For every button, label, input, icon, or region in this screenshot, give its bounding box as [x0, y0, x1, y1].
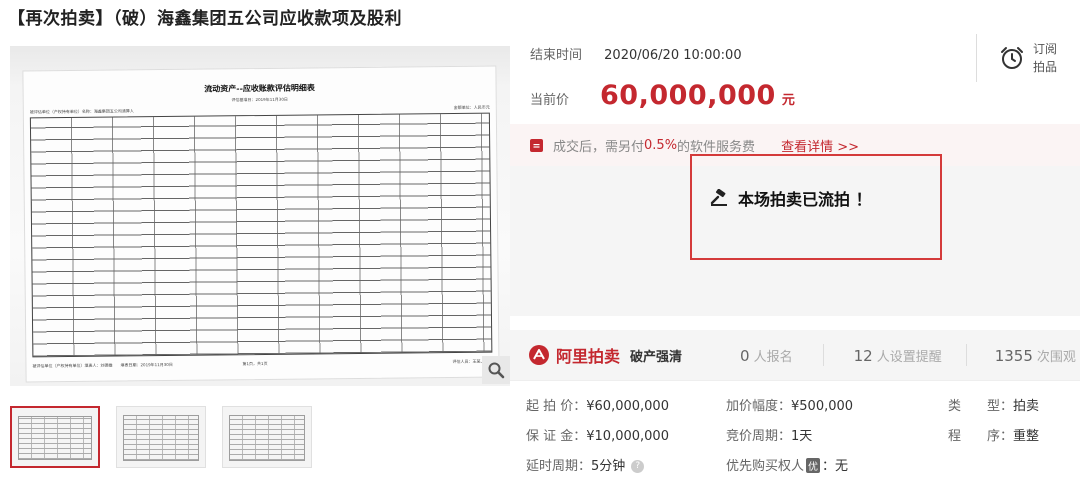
deposit-value: ¥10,000,000 — [586, 429, 669, 444]
signups-stat: 0 人报名 — [740, 346, 793, 365]
stats-row: 阿里拍卖 破产强清 0 人报名 12 人设置提醒 1355 次围观 — [510, 330, 1080, 380]
signups-num: 0 — [740, 346, 750, 365]
bid-cycle: 竞价周期：1天 — [726, 425, 812, 444]
zoom-icon — [488, 362, 505, 379]
deposit: 保 证 金：¥10,000,000 — [526, 425, 669, 444]
delay-label: 延时周期： — [526, 459, 592, 474]
zoom-button[interactable] — [482, 356, 510, 384]
auction-status: 本场拍卖已流拍 ！ — [710, 186, 872, 210]
document-footer: 被评估单位（产权持有单位）填表人：刘德雄 填表日期：2019年11月30日 第1… — [32, 359, 492, 370]
deposit-label: 保 证 金： — [526, 429, 587, 444]
alarm-clock-icon — [1001, 47, 1023, 69]
bid-cycle-label: 竞价周期： — [726, 429, 792, 444]
views-num: 1355 — [994, 346, 1033, 365]
priority-badge: 优 — [806, 458, 821, 473]
reminders-label: 人设置提醒 — [876, 349, 942, 365]
current-price-value: 60,000,000 — [600, 80, 776, 111]
thumbnail-2[interactable] — [116, 406, 206, 468]
page-title: 【再次拍卖】（破）海鑫集团五公司应收款项及股利 — [8, 9, 402, 29]
type: 类 型：拍卖 — [948, 395, 1039, 414]
priority-buyer: 优先购买权人优：无 — [726, 455, 848, 474]
procedure-label: 程 序： — [948, 429, 1014, 444]
views-label: 次围观 — [1036, 349, 1076, 365]
thumbnail-3[interactable] — [222, 406, 312, 468]
document-meta-left: 被评估单位（产权持有单位）名称：海鑫集团五公司清算人 — [29, 108, 134, 115]
main-image[interactable]: 流动资产--应收账款评估明细表 评估基准日：2019年11月30日 被评估单位（… — [10, 46, 510, 386]
increment: 加价幅度：¥500,000 — [726, 395, 853, 414]
increment-label: 加价幅度： — [726, 399, 792, 414]
fee-tag-icon — [530, 138, 543, 152]
gavel-icon — [710, 189, 727, 206]
fee-prefix: 成交后，需另付 — [553, 139, 645, 155]
ali-auction-logo-icon — [529, 345, 549, 365]
help-icon[interactable]: ? — [631, 460, 645, 473]
end-time-value: 2020/06/20 10:00:00 — [604, 48, 742, 63]
start-price-label: 起 拍 价： — [526, 399, 587, 414]
increment-value: ¥500,000 — [791, 399, 854, 414]
reminders-num: 12 — [853, 346, 873, 365]
delay-value: 5分钟 — [591, 459, 626, 474]
delay-period: 延时周期：5分钟? — [526, 455, 645, 474]
start-price-value: ¥60,000,000 — [586, 399, 669, 414]
type-label: 类 型： — [948, 399, 1014, 414]
fee-rate: 0.5% — [644, 137, 678, 153]
current-price-unit: 元 — [781, 93, 795, 108]
auction-info: 起 拍 价：¥60,000,000 加价幅度：¥500,000 类 型：拍卖 保… — [510, 380, 1080, 486]
brand-tag: 破产强清 — [630, 349, 683, 365]
start-price: 起 拍 价：¥60,000,000 — [526, 395, 669, 414]
bid-cycle-value: 1天 — [791, 429, 813, 444]
document-footer-mid: 第1页，共1页 — [242, 360, 268, 367]
thumbnail-strip — [10, 406, 312, 468]
stats-divider — [965, 344, 967, 366]
subscribe-button[interactable]: 订阅拍品 — [976, 34, 1059, 82]
subscribe-label: 订阅拍品 — [1033, 42, 1058, 74]
procedure: 程 序：重整 — [948, 425, 1039, 444]
type-value: 拍卖 — [1013, 399, 1040, 414]
priority-label: 优先购买权人 — [726, 459, 805, 474]
auction-status-text: 本场拍卖已流拍 ！ — [738, 190, 872, 209]
procedure-value: 重整 — [1013, 429, 1040, 444]
document-scan: 流动资产--应收账款评估明细表 评估基准日：2019年11月30日 被评估单位（… — [22, 65, 500, 383]
brand-name: 阿里拍卖 — [556, 347, 621, 366]
current-price-row: 当前价 60,000,000 元 — [530, 80, 795, 111]
fee-details-link[interactable]: 查看详情 >> — [781, 136, 859, 155]
reminders-stat: 12 人设置提醒 — [854, 346, 942, 365]
brand: 阿里拍卖 破产强清 — [528, 343, 682, 367]
document-footer-left: 被评估单位（产权持有单位）填表人：刘德雄 填表日期：2019年11月30日 — [32, 361, 173, 369]
fee-suffix: 的软件服务费 — [677, 139, 756, 155]
current-price-label: 当前价 — [530, 93, 570, 108]
document-table — [29, 112, 493, 358]
priority-value: ：无 — [822, 459, 849, 474]
end-time-row: 结束时间 2020/06/20 10:00:00 — [530, 44, 742, 63]
views-stat: 1355 次围观 — [995, 346, 1076, 365]
end-time-label: 结束时间 — [530, 48, 583, 63]
document-subtitle: 评估基准日：2019年11月30日 — [231, 96, 288, 103]
auction-status-area: 本场拍卖已流拍 ！ — [510, 154, 1080, 316]
thumbnail-1[interactable] — [10, 406, 100, 468]
document-title: 流动资产--应收账款评估明细表 — [204, 82, 315, 94]
stats-divider — [822, 344, 824, 366]
document-meta-right: 金额单位：人民币元 — [453, 104, 490, 110]
signups-label: 人报名 — [753, 349, 793, 365]
